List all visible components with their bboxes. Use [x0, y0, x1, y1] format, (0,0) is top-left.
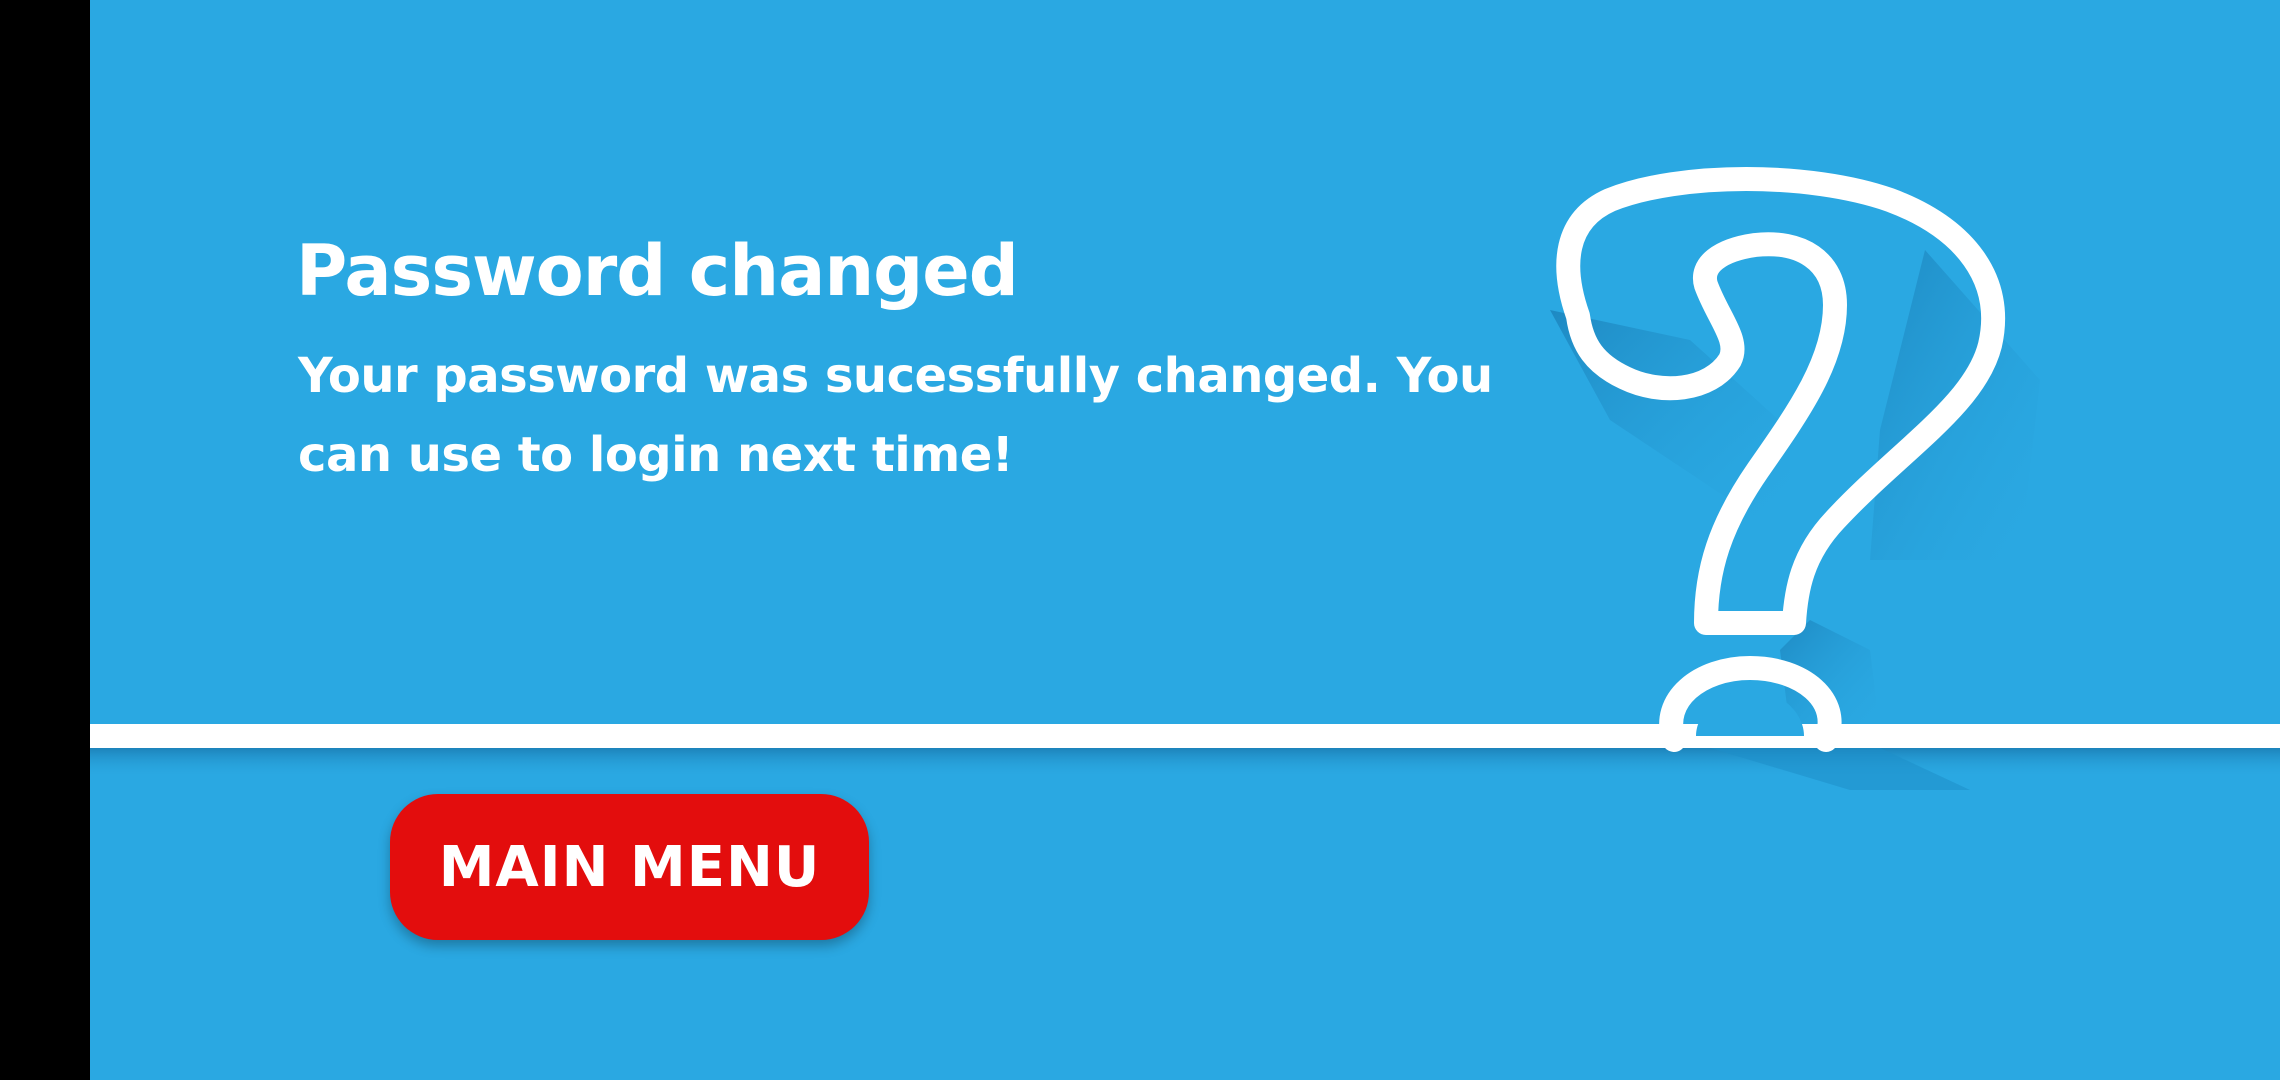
left-system-bar [0, 0, 90, 1080]
page-title: Password changed [296, 230, 1019, 312]
horizontal-line [90, 724, 2280, 748]
app-screen: Password changed Your password was suces… [0, 0, 2280, 1080]
line-shadow [90, 748, 2280, 778]
success-message: Your password was sucessfully changed. Y… [298, 348, 1493, 483]
main-menu-button[interactable]: MAIN MENU [390, 794, 869, 940]
main-panel: Password changed Your password was suces… [90, 0, 2280, 1080]
